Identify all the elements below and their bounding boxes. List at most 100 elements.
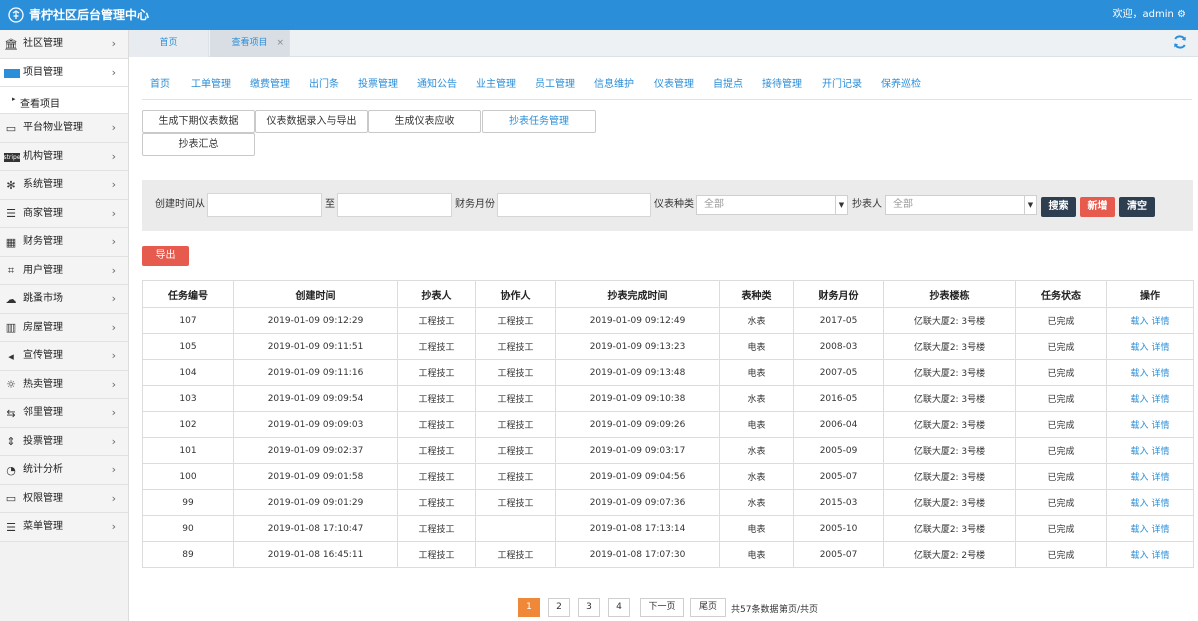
detail-link[interactable]: 详情	[1151, 499, 1169, 509]
page-number-button[interactable]: 1	[518, 598, 540, 617]
detail-link[interactable]: 详情	[1151, 525, 1169, 535]
table-cell: 2019-01-09 09:10:38	[555, 385, 720, 412]
sidebar-item[interactable]: ☁ 跳蚤市场 ›	[0, 285, 128, 314]
load-link[interactable]: 载入	[1131, 447, 1149, 457]
sidebar-item[interactable]: ⌗ 用户管理 ›	[0, 256, 128, 285]
sidebar-item[interactable]: ▥ 房屋管理 ›	[0, 313, 128, 342]
table-row: 99 2019-01-09 09:01:29 工程技工 工程技工 2019-01-09 …	[142, 489, 1194, 516]
page-number-button[interactable]: 4	[608, 598, 630, 617]
page-number-button[interactable]: 3	[578, 598, 600, 617]
module-nav-item[interactable]: 工单管理	[191, 78, 231, 92]
sidebar-item[interactable]: stripe 机构管理 ›	[0, 142, 128, 171]
sidebar-item[interactable]: ☼ 热卖管理 ›	[0, 370, 128, 399]
sub-function-button[interactable]: 抄表汇总	[142, 133, 255, 156]
page-number-button[interactable]: 2	[548, 598, 570, 617]
detail-link[interactable]: 详情	[1151, 395, 1169, 405]
refresh-icon[interactable]	[1172, 34, 1188, 50]
table-cell-actions: 载入 详情	[1106, 307, 1194, 334]
created-to-input[interactable]	[337, 193, 452, 217]
sidebar-item[interactable]: ☰ 商家管理 ›	[0, 199, 128, 228]
module-nav-item[interactable]: 业主管理	[476, 78, 516, 92]
table-cell: 工程技工	[475, 385, 556, 412]
load-link[interactable]: 载入	[1131, 317, 1149, 327]
sidebar-item[interactable]: 🏛 社区管理 ›	[0, 30, 128, 59]
tab-home-label: 首页	[159, 38, 178, 48]
finance-month-input[interactable]	[497, 193, 651, 217]
module-nav-item[interactable]: 仪表管理	[654, 78, 694, 92]
detail-link[interactable]: 详情	[1151, 369, 1169, 379]
table-row: 100 2019-01-09 09:01:58 工程技工 工程技工 2019-01-09…	[142, 463, 1194, 490]
detail-link[interactable]: 详情	[1151, 317, 1169, 327]
load-link[interactable]: 载入	[1131, 551, 1149, 561]
last-page-button[interactable]: 尾页	[690, 598, 726, 617]
sidebar-item[interactable]: ◔ 统计分析 ›	[0, 456, 128, 485]
add-button[interactable]: 新增	[1080, 197, 1115, 217]
detail-link[interactable]: 详情	[1151, 551, 1169, 561]
table-cell: 2019-01-09 09:13:23	[555, 333, 720, 360]
sidebar-item[interactable]: ▭ 权限管理 ›	[0, 484, 128, 513]
created-from-input[interactable]	[207, 193, 322, 217]
sidebar-item[interactable]: ✻ 系统管理 ›	[0, 171, 128, 200]
column-header: 创建时间	[233, 280, 398, 308]
detail-link[interactable]: 详情	[1151, 473, 1169, 483]
load-link[interactable]: 载入	[1131, 473, 1149, 483]
module-nav-item[interactable]: 投票管理	[358, 78, 398, 92]
load-link[interactable]: 载入	[1131, 343, 1149, 353]
table-cell: 已完成	[1015, 541, 1107, 568]
load-link[interactable]: 载入	[1131, 421, 1149, 431]
sidebar-item[interactable]: ⇕ 投票管理 ›	[0, 427, 128, 456]
next-page-button[interactable]: 下一页	[640, 598, 684, 617]
load-link[interactable]: 载入	[1131, 499, 1149, 509]
search-button[interactable]: 搜索	[1041, 197, 1076, 217]
sidebar-subitem-view-project[interactable]: ▸ 查看项目	[0, 87, 128, 114]
sidebar-item[interactable]: ◂ 宣传管理 ›	[0, 342, 128, 371]
sidebar-item-label: 平台物业管理	[23, 122, 83, 133]
module-nav-item[interactable]: 首页	[150, 78, 170, 92]
detail-link[interactable]: 详情	[1151, 343, 1169, 353]
meter-type-value: 全部	[704, 199, 724, 210]
sidebar-item[interactable]: ☰ 菜单管理 ›	[0, 513, 128, 542]
load-link[interactable]: 载入	[1131, 525, 1149, 535]
welcome-user-menu[interactable]: 欢迎，admin ⚙	[1113, 8, 1186, 22]
module-nav-item[interactable]: 信息维护	[594, 78, 634, 92]
load-link[interactable]: 载入	[1131, 395, 1149, 405]
sub-function-button[interactable]: 生成仪表应收	[368, 110, 481, 133]
detail-link[interactable]: 详情	[1151, 421, 1169, 431]
export-button[interactable]: 导出	[142, 246, 189, 266]
sidebar-item[interactable]: 项目管理 ›	[0, 58, 128, 87]
close-icon[interactable]: ×	[276, 30, 284, 57]
sidebar-item[interactable]: ▭ 平台物业管理 ›	[0, 114, 128, 143]
column-header: 财务月份	[793, 280, 884, 308]
module-nav-item[interactable]: 保养巡检	[881, 78, 921, 92]
module-nav-item[interactable]: 通知公告	[417, 78, 457, 92]
sub-function-button[interactable]: 生成下期仪表数据	[142, 110, 255, 133]
table-cell: 2019-01-09 09:11:16	[233, 359, 398, 386]
table-cell: 2019-01-08 17:10:47	[233, 515, 398, 542]
sidebar-item[interactable]: ⇆ 邻里管理 ›	[0, 399, 128, 428]
module-nav-item[interactable]: 接待管理	[762, 78, 802, 92]
meter-type-select[interactable]: 全部 ▼	[696, 195, 848, 215]
sidebar-item-label: 财务管理	[23, 236, 63, 247]
detail-link[interactable]: 详情	[1151, 447, 1169, 457]
module-nav-item[interactable]: 出门条	[309, 78, 339, 92]
module-nav-item[interactable]: 缴费管理	[250, 78, 290, 92]
table-cell: 2019-01-09 09:07:36	[555, 489, 720, 516]
table-cell-actions: 载入 详情	[1106, 359, 1194, 386]
table-cell: 电表	[719, 359, 794, 386]
module-nav-item[interactable]: 开门记录	[822, 78, 862, 92]
chevron-right-icon: ›	[111, 434, 116, 448]
clear-button[interactable]: 清空	[1119, 197, 1155, 217]
column-header: 抄表完成时间	[555, 280, 720, 308]
table-cell-actions: 载入 详情	[1106, 437, 1194, 464]
reader-select[interactable]: 全部 ▼	[885, 195, 1037, 215]
sub-function-button[interactable]: 抄表任务管理	[482, 110, 596, 133]
building-icon: ▥	[5, 321, 17, 334]
table-cell: 2019-01-09 09:09:54	[233, 385, 398, 412]
sub-function-button[interactable]: 仪表数据录入与导出	[255, 110, 368, 133]
module-nav-item[interactable]: 自提点	[713, 78, 743, 92]
tab-view-project[interactable]: 查看项目 ×	[210, 30, 290, 57]
sidebar-item[interactable]: ▦ 财务管理 ›	[0, 228, 128, 257]
load-link[interactable]: 载入	[1131, 369, 1149, 379]
tab-home[interactable]: 首页	[129, 30, 209, 57]
module-nav-item[interactable]: 员工管理	[535, 78, 575, 92]
